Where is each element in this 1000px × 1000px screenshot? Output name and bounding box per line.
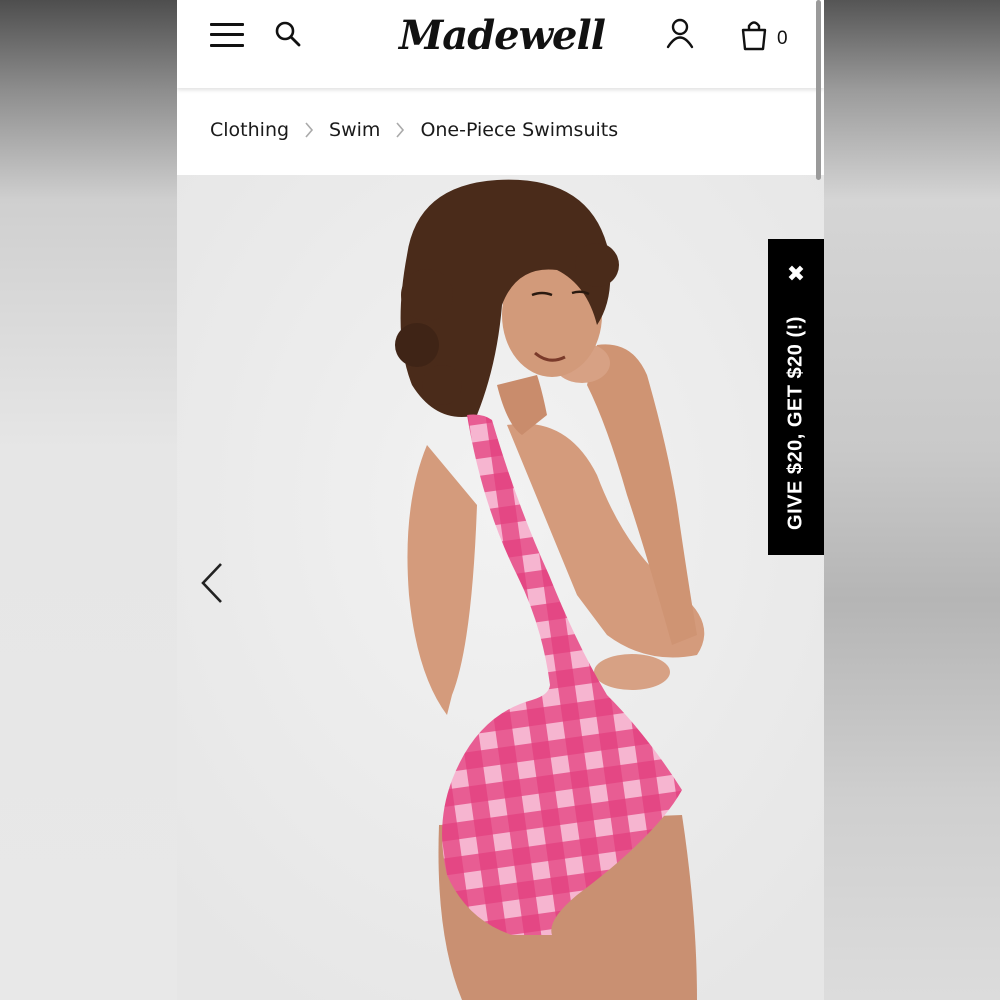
cart-count: 0 — [777, 28, 788, 49]
user-icon[interactable] — [665, 18, 695, 50]
brand-logo[interactable]: Madewell — [399, 8, 606, 64]
chevron-left-icon[interactable] — [197, 560, 227, 606]
breadcrumb-item-clothing[interactable]: Clothing — [210, 119, 289, 141]
breadcrumb-item-one-piece-swimsuits[interactable]: One-Piece Swimsuits — [420, 119, 618, 141]
blurred-background-left — [0, 0, 177, 1000]
chevron-right-icon — [294, 120, 324, 140]
model-photo-illustration — [177, 175, 824, 1000]
referral-promo-tab[interactable]: ✖ GIVE $20, GET $20 (!) — [768, 239, 824, 555]
close-icon[interactable]: ✖ — [768, 253, 824, 297]
hamburger-menu-icon[interactable] — [210, 21, 244, 49]
site-header: Madewell 0 — [177, 0, 824, 88]
mobile-page: Madewell 0 Clothing Swim One-Piece Swims… — [177, 0, 824, 1000]
breadcrumb: Clothing Swim One-Piece Swimsuits — [210, 116, 618, 144]
blurred-background-right — [824, 0, 1000, 1000]
scrollbar[interactable] — [816, 0, 821, 180]
chevron-right-icon — [385, 120, 415, 140]
shopping-bag-icon[interactable] — [740, 19, 768, 51]
search-icon[interactable] — [274, 20, 302, 48]
promo-tab-label: GIVE $20, GET $20 (!) — [784, 316, 807, 530]
breadcrumb-item-swim[interactable]: Swim — [329, 119, 380, 141]
product-image[interactable] — [177, 175, 824, 1000]
